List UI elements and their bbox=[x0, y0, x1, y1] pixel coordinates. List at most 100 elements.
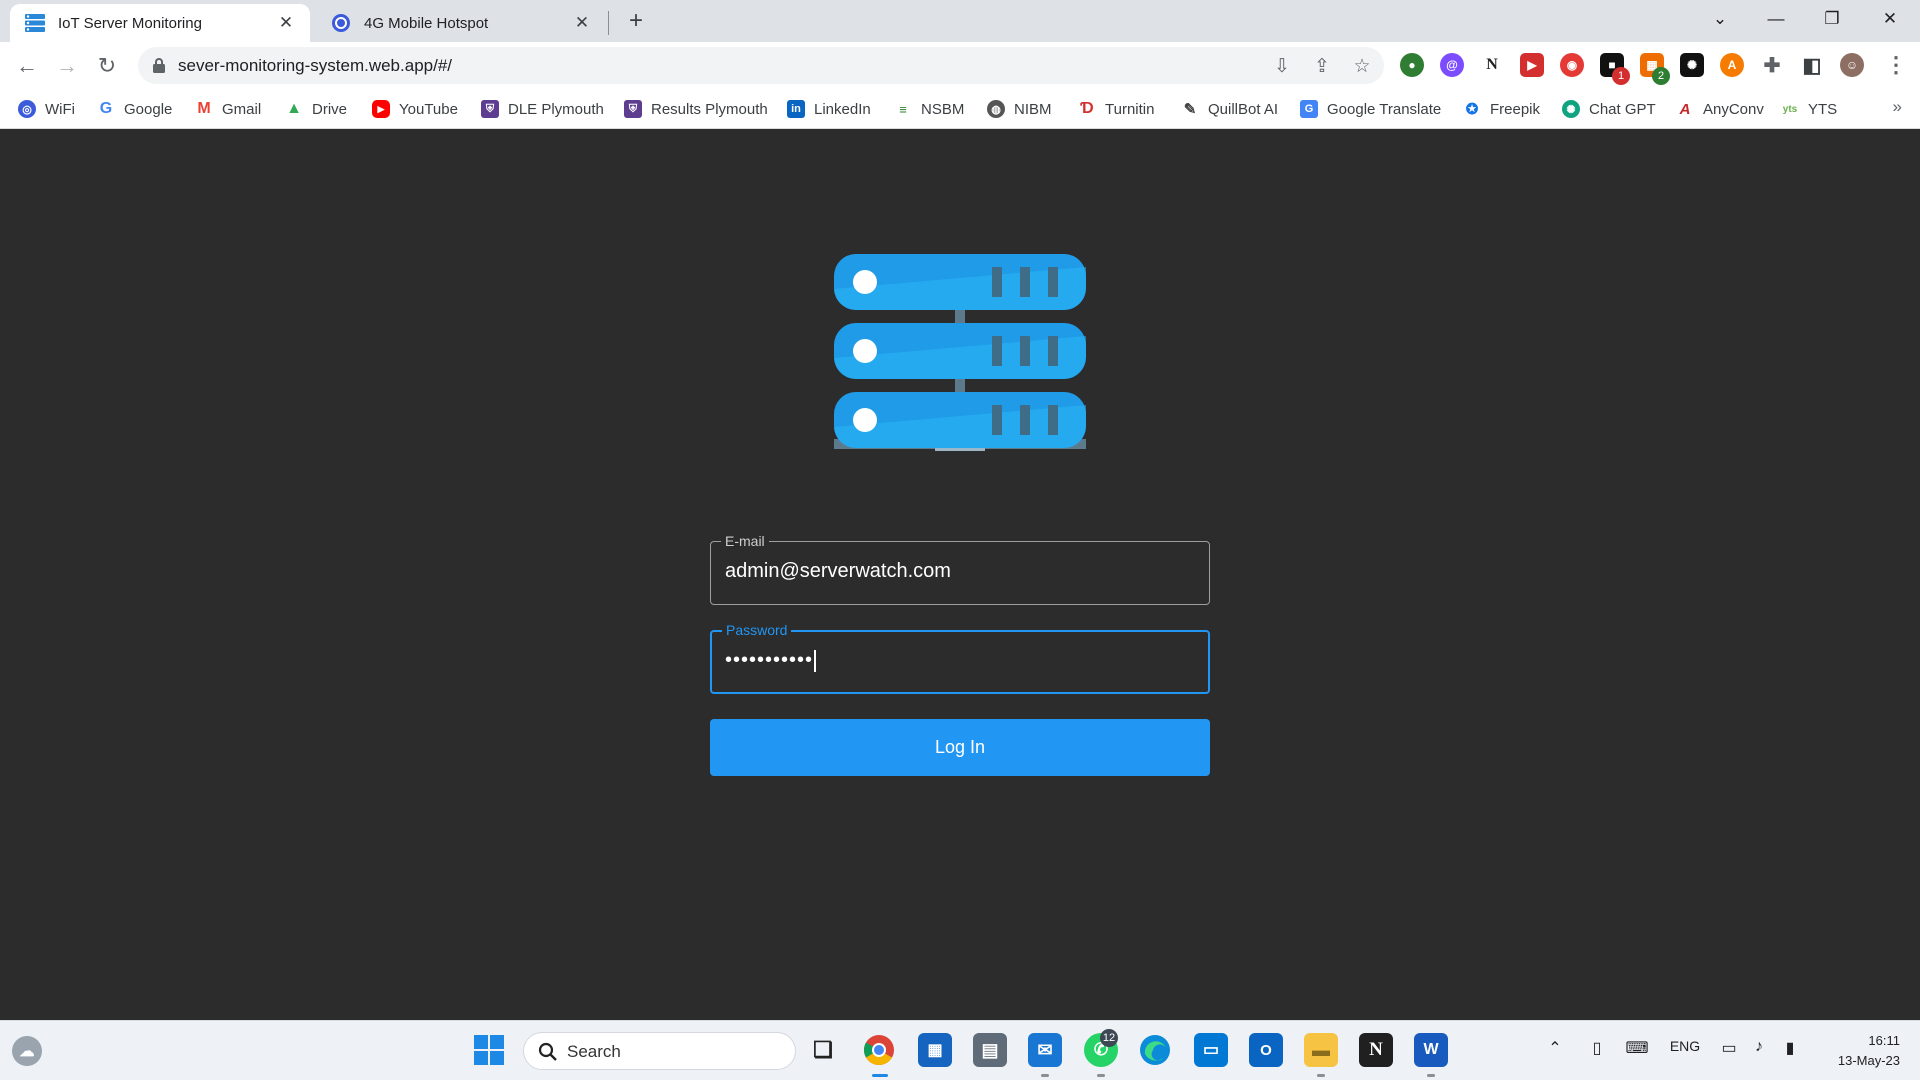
file-explorer-icon[interactable]: ▬ bbox=[1304, 1033, 1338, 1067]
tab-title: IoT Server Monitoring bbox=[58, 14, 202, 32]
windows-taskbar: ☁ Search ❏ ▦ ▤ ✉ ✆ 12 ▭ O ▬ N W ⌃ ▯ ⌨ EN… bbox=[0, 1020, 1920, 1080]
url-text[interactable]: sever-monitoring-system.web.app/#/ bbox=[178, 56, 452, 76]
search-label: Search bbox=[567, 1042, 621, 1061]
close-window-button[interactable]: ✕ bbox=[1862, 0, 1918, 38]
bookmark-wifi[interactable]: ◎ WiFi bbox=[18, 97, 75, 121]
minimize-button[interactable]: — bbox=[1748, 0, 1804, 38]
bookmark-turnitin[interactable]: Ɗ Turnitin bbox=[1078, 97, 1154, 121]
extension-chatgpt-icon[interactable]: ✺ bbox=[1680, 53, 1704, 77]
app-indicator bbox=[1427, 1074, 1435, 1077]
password-dots: ••••••••••• bbox=[725, 649, 814, 671]
bookmark-label: Gmail bbox=[222, 100, 262, 118]
task-view-icon[interactable]: ❏ bbox=[806, 1033, 840, 1067]
mail-icon[interactable]: ✉ bbox=[1028, 1033, 1062, 1067]
bookmark-label: NIBM bbox=[1014, 100, 1052, 118]
install-app-icon[interactable]: ⇩ bbox=[1270, 54, 1294, 78]
extensions-puzzle-icon[interactable]: ✚ bbox=[1760, 53, 1784, 77]
bookmark-label: QuillBot AI bbox=[1208, 100, 1279, 118]
email-field[interactable]: E-mail admin@serverwatch.com bbox=[710, 533, 1210, 605]
bookmark-label: LinkedIn bbox=[814, 100, 871, 118]
google-icon: G bbox=[99, 100, 113, 117]
bookmark-google-translate[interactable]: G Google Translate bbox=[1300, 97, 1441, 121]
bookmark-youtube[interactable]: ▶ YouTube bbox=[372, 97, 458, 121]
email-label: E-mail bbox=[721, 533, 769, 549]
bookmark-dle-plymouth[interactable]: ⛨ DLE Plymouth bbox=[481, 97, 604, 121]
share-icon[interactable]: ⇪ bbox=[1310, 54, 1334, 78]
edge-icon[interactable] bbox=[1138, 1033, 1172, 1067]
tab-search-chevron-icon[interactable]: ⌄ bbox=[1692, 0, 1748, 38]
tab-strip: IoT Server Monitoring ✕ 4G Mobile Hotspo… bbox=[0, 0, 1920, 42]
forward-button[interactable]: → bbox=[51, 50, 83, 82]
chrome-icon[interactable] bbox=[862, 1033, 896, 1067]
show-hidden-icons-chevron-icon[interactable]: ⌃ bbox=[1545, 1038, 1565, 1058]
back-button[interactable]: ← bbox=[11, 50, 43, 82]
bookmark-star-icon[interactable]: ☆ bbox=[1350, 54, 1374, 78]
lock-icon[interactable] bbox=[153, 58, 165, 78]
shield-icon: ⛨ bbox=[481, 100, 499, 118]
bookmark-label: Freepik bbox=[1490, 100, 1541, 118]
close-tab-icon[interactable]: ✕ bbox=[572, 13, 592, 33]
reload-button[interactable]: ↻ bbox=[91, 50, 123, 82]
extension-adblock-icon[interactable]: ◉ bbox=[1560, 53, 1584, 77]
password-field[interactable]: Password ••••••••••• bbox=[710, 622, 1210, 694]
volume-icon[interactable]: ♪ bbox=[1748, 1038, 1770, 1056]
bookmark-drive[interactable]: ▲ Drive bbox=[285, 97, 347, 121]
email-value[interactable]: admin@serverwatch.com bbox=[725, 560, 951, 583]
bookmark-google[interactable]: G Google bbox=[97, 97, 173, 121]
notion-icon[interactable]: N bbox=[1359, 1033, 1393, 1067]
freepik-icon: ✪ bbox=[1465, 101, 1479, 118]
clock-date: 13-May-23 bbox=[1837, 1053, 1900, 1068]
bookmark-nsbm[interactable]: ≡ NSBM bbox=[894, 97, 964, 121]
login-page: E-mail admin@serverwatch.com Password ••… bbox=[0, 129, 1920, 1020]
bookmark-chat-gpt[interactable]: ✺ Chat GPT bbox=[1562, 97, 1656, 121]
wifi-icon: ◎ bbox=[18, 100, 36, 118]
clock-time: 16:11 bbox=[1868, 1033, 1900, 1048]
battery-icon[interactable]: ▮ bbox=[1778, 1038, 1802, 1058]
taskbar-search-box[interactable]: Search bbox=[523, 1032, 796, 1070]
bookmark-yts[interactable]: yts YTS bbox=[1781, 97, 1837, 121]
microsoft-store-icon[interactable]: ▦ bbox=[918, 1033, 952, 1067]
password-value[interactable]: ••••••••••• bbox=[725, 649, 817, 672]
extension-notion-icon[interactable]: N bbox=[1480, 53, 1504, 77]
side-panel-icon[interactable]: ◧ bbox=[1800, 53, 1824, 77]
restore-button[interactable]: ❐ bbox=[1804, 0, 1860, 38]
translate-icon: G bbox=[1300, 100, 1318, 118]
profile-avatar[interactable]: ☺ bbox=[1840, 53, 1864, 77]
chatgpt-icon: ✺ bbox=[1562, 100, 1580, 118]
remote-desktop-icon[interactable]: ▭ bbox=[1194, 1033, 1228, 1067]
close-tab-icon[interactable]: ✕ bbox=[276, 13, 296, 33]
usb-icon[interactable]: ▯ bbox=[1587, 1038, 1607, 1058]
address-bar[interactable]: sever-monitoring-system.web.app/#/ ⇩ ⇪ ☆ bbox=[138, 47, 1384, 84]
bookmark-label: YTS bbox=[1808, 100, 1838, 118]
calculator-icon[interactable]: ▤ bbox=[973, 1033, 1007, 1067]
bookmark-label: Turnitin bbox=[1105, 100, 1155, 118]
bookmark-gmail[interactable]: M Gmail bbox=[195, 97, 261, 121]
language-indicator[interactable]: ENG bbox=[1668, 1038, 1702, 1054]
keyboard-icon[interactable]: ⌨ bbox=[1624, 1038, 1650, 1058]
extension-globe-icon[interactable]: ● bbox=[1400, 53, 1424, 77]
bookmark-label: WiFi bbox=[45, 100, 75, 118]
browser-menu-icon[interactable]: ⋮ bbox=[1884, 52, 1908, 77]
bookmark-nibm[interactable]: ◍ NIBM bbox=[987, 97, 1052, 121]
more-bookmarks-icon[interactable]: » bbox=[1893, 97, 1902, 117]
bookmark-freepik[interactable]: ✪ Freepik bbox=[1463, 97, 1540, 121]
extension-avast-icon[interactable]: A bbox=[1720, 53, 1744, 77]
anyconv-icon: A bbox=[1679, 100, 1691, 118]
tab-4g-mobile-hotspot[interactable]: 4G Mobile Hotspot ✕ bbox=[318, 4, 604, 42]
bookmark-anyconv[interactable]: A AnyConv bbox=[1676, 97, 1764, 121]
outlook-icon[interactable]: O bbox=[1249, 1033, 1283, 1067]
extension-play-icon[interactable]: ▶ bbox=[1520, 53, 1544, 77]
bookmark-quillbot[interactable]: ✎ QuillBot AI bbox=[1181, 97, 1278, 121]
new-tab-button[interactable]: + bbox=[624, 9, 648, 33]
extension-mastodon-icon[interactable]: @ bbox=[1440, 53, 1464, 77]
system-clock[interactable]: 16:11 13-May-23 bbox=[1838, 1031, 1900, 1071]
network-icon[interactable]: ▭ bbox=[1718, 1038, 1740, 1058]
app-indicator bbox=[1041, 1074, 1049, 1077]
windows-start-icon[interactable] bbox=[472, 1033, 506, 1067]
weather-icon[interactable]: ☁ bbox=[12, 1036, 42, 1066]
login-button[interactable]: Log In bbox=[710, 719, 1210, 776]
tab-iot-server-monitoring[interactable]: IoT Server Monitoring ✕ bbox=[10, 4, 310, 42]
bookmark-results-plymouth[interactable]: ⛨ Results Plymouth bbox=[624, 97, 768, 121]
bookmark-linkedin[interactable]: in LinkedIn bbox=[787, 97, 871, 121]
word-icon[interactable]: W bbox=[1414, 1033, 1448, 1067]
